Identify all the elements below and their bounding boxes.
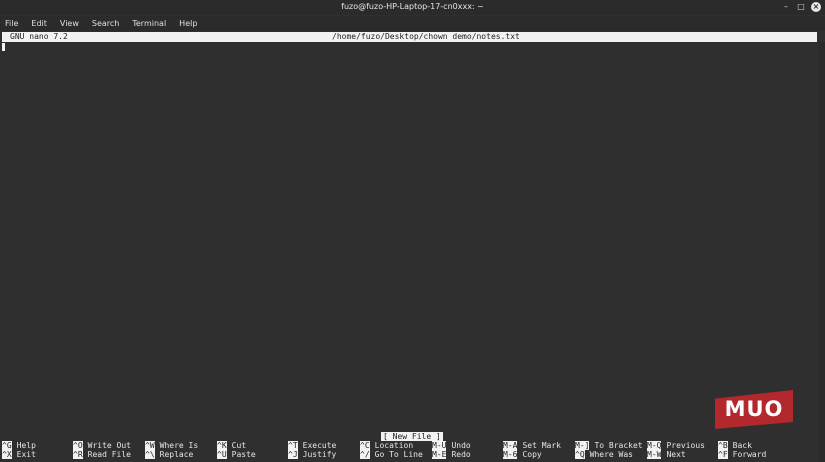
shortcut-key: ^R (73, 450, 83, 459)
shortcut-label: Set Mark (522, 441, 561, 450)
shortcut-label: Help (16, 441, 36, 450)
close-button[interactable]: × (811, 2, 821, 12)
shortcut-label: Cut (231, 441, 247, 450)
window-title: fuzo@fuzo-HP-Laptop-17-cn0xxx: ~ (341, 2, 484, 11)
shortcut-label: To Bracket (594, 441, 643, 450)
shortcut-to-bracket[interactable]: M-] To Bracket (575, 441, 643, 450)
shortcut-label: Paste (231, 450, 256, 459)
shortcut-label: Exit (16, 450, 36, 459)
shortcut-label: Where Was (589, 450, 633, 459)
shortcut-label: Location (374, 441, 414, 450)
shortcut-help[interactable]: ^G Help (2, 441, 36, 450)
nano-title-bar: GNU nano 7.2 /home/fuzo/Desktop/chown de… (2, 32, 817, 42)
shortcut-key: ^/ (360, 450, 370, 459)
shortcut-label: Execute (302, 441, 337, 450)
window-titlebar: fuzo@fuzo-HP-Laptop-17-cn0xxx: ~ – □ × (0, 0, 825, 15)
shortcut-key: ^W (145, 441, 155, 450)
menu-view[interactable]: View (60, 19, 79, 28)
shortcut-key: M-W (647, 450, 662, 459)
shortcut-key: M-Q (647, 441, 662, 450)
shortcut-label: Back (732, 441, 752, 450)
shortcut-key: ^K (217, 441, 227, 450)
shortcut-cut[interactable]: ^K Cut (217, 441, 246, 450)
shortcut-set-mark[interactable]: M-A Set Mark (503, 441, 561, 450)
shortcut-key: ^B (718, 441, 728, 450)
shortcut-label: Go To Line (374, 450, 423, 459)
shortcut-redo[interactable]: M-E Redo (432, 450, 471, 459)
shortcut-label: Undo (451, 441, 471, 450)
shortcut-label: Previous (666, 441, 705, 450)
maximize-button[interactable]: □ (796, 2, 806, 12)
shortcut-execute[interactable]: ^T Execute (288, 441, 336, 450)
shortcut-copy[interactable]: M-6 Copy (503, 450, 542, 459)
shortcut-label: Copy (522, 450, 542, 459)
shortcut-key: ^\ (145, 450, 155, 459)
shortcut-label: Next (666, 450, 686, 459)
shortcut-bar: ^G Help ^X Exit ^O Write Out ^R Read File ^W… (2, 441, 817, 461)
shortcut-key: M-U (432, 441, 447, 450)
shortcut-forward[interactable]: ^F Forward (718, 450, 766, 459)
shortcut-key: ^X (2, 450, 12, 459)
shortcut-key: M-] (575, 441, 590, 450)
shortcut-paste[interactable]: ^U Paste (217, 450, 256, 459)
shortcut-label: Where Is (159, 441, 199, 450)
menu-file[interactable]: File (5, 19, 18, 28)
shortcut-back[interactable]: ^B Back (718, 441, 752, 450)
shortcut-read-file[interactable]: ^R Read File (73, 450, 131, 459)
menu-search[interactable]: Search (92, 19, 119, 28)
shortcut-undo[interactable]: M-U Undo (432, 441, 471, 450)
shortcut-key: ^T (288, 441, 298, 450)
shortcut-next[interactable]: M-W Next (647, 450, 686, 459)
shortcut-key: ^J (288, 450, 298, 459)
shortcut-key: ^F (718, 450, 728, 459)
shortcut-replace[interactable]: ^\ Replace (145, 450, 193, 459)
shortcut-label: Forward (732, 450, 767, 459)
scrollbar[interactable] (819, 42, 825, 462)
file-path: /home/fuzo/Desktop/chown demo/notes.txt (332, 32, 520, 41)
shortcut-key: ^C (360, 441, 370, 450)
shortcut-label: Redo (451, 450, 471, 459)
shortcut-key: M-A (503, 441, 518, 450)
shortcut-exit[interactable]: ^X Exit (2, 450, 36, 459)
status-message: [ New File ] (381, 432, 443, 441)
shortcut-write-out[interactable]: ^O Write Out (73, 441, 131, 450)
shortcut-label: Justify (302, 450, 337, 459)
menu-edit[interactable]: Edit (31, 19, 47, 28)
shortcut-where-was[interactable]: ^Q Where Was (575, 450, 633, 459)
shortcut-key: ^G (2, 441, 12, 450)
terminal-area[interactable]: GNU nano 7.2 /home/fuzo/Desktop/chown de… (0, 31, 825, 462)
shortcut-go-to-line[interactable]: ^/ Go To Line (360, 450, 423, 459)
menu-help[interactable]: Help (179, 19, 197, 28)
shortcut-key: M-6 (503, 450, 518, 459)
shortcut-label: Write Out (87, 441, 131, 450)
shortcut-key: ^Q (575, 450, 585, 459)
shortcut-justify[interactable]: ^J Justify (288, 450, 336, 459)
shortcut-key: M-E (432, 450, 447, 459)
text-cursor (2, 43, 5, 51)
shortcut-label: Read File (87, 450, 131, 459)
shortcut-key: ^U (217, 450, 227, 459)
shortcut-location[interactable]: ^C Location (360, 441, 413, 450)
shortcut-key: ^O (73, 441, 83, 450)
nano-version: GNU nano 7.2 (10, 32, 68, 41)
minimize-button[interactable]: – (781, 2, 791, 12)
menubar: File Edit View Search Terminal Help (0, 16, 825, 31)
shortcut-where-is[interactable]: ^W Where Is (145, 441, 198, 450)
shortcut-previous[interactable]: M-Q Previous (647, 441, 705, 450)
shortcut-label: Replace (159, 450, 194, 459)
menu-terminal[interactable]: Terminal (132, 19, 166, 28)
